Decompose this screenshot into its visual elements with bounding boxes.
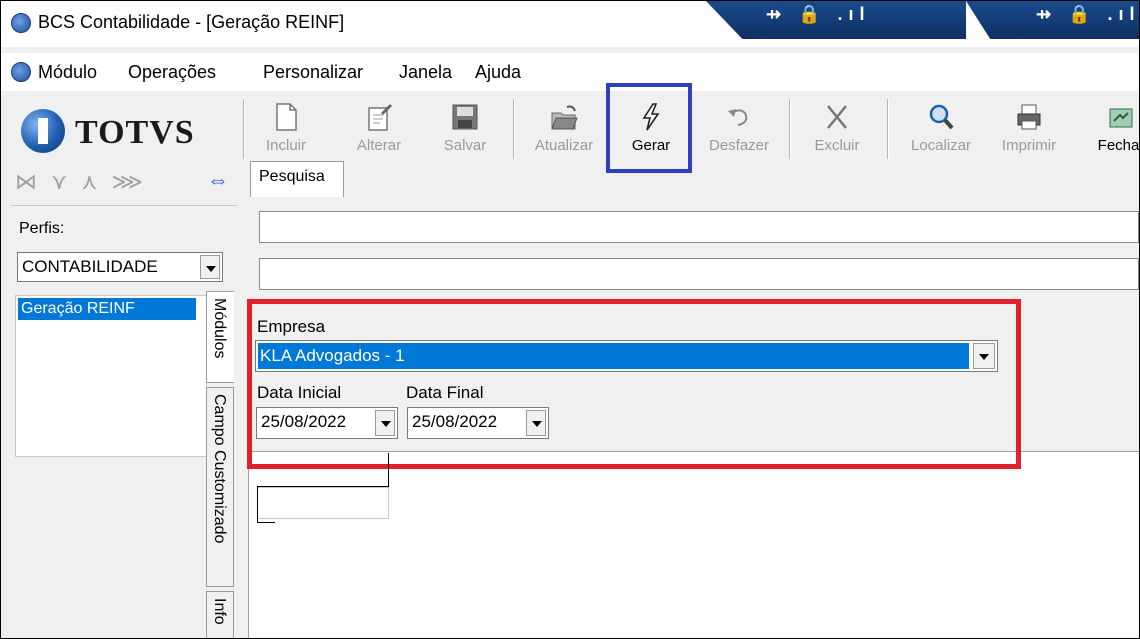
totvs-logo: TOTVS (11, 105, 231, 157)
fechar-label: Fechar (1097, 137, 1140, 154)
salvar-label: Salvar (443, 137, 487, 154)
desfazer-button[interactable]: Desfazer (701, 97, 777, 159)
search-field-2[interactable] (259, 258, 1139, 290)
magnifier-icon (929, 104, 954, 130)
tab-pesquisa[interactable]: Pesquisa (250, 161, 344, 197)
incluir-button[interactable]: Incluir (257, 97, 315, 159)
modules-list: Geração REINF (15, 295, 207, 457)
new-document-icon (276, 103, 297, 131)
record-nav-icons[interactable]: ⋈ ⋎ ⋏ ⋙ (15, 169, 147, 195)
open-folder-icon (551, 105, 578, 130)
app-icon (11, 13, 31, 33)
menu-ajuda[interactable]: Ajuda (475, 62, 521, 83)
tab-modulos-label: Módulos (211, 298, 228, 359)
connection-icons-2: ⇸ 🔒 .ıl (1036, 4, 1140, 24)
toolbar-separator (789, 99, 791, 159)
imprimir-button[interactable]: Imprimir (991, 97, 1067, 159)
alterar-label: Alterar (356, 137, 402, 154)
localizar-button[interactable]: Localizar (899, 97, 983, 159)
desfazer-label: Desfazer (708, 137, 770, 154)
gerar-highlight (606, 83, 692, 173)
perfis-panel: Perfis: CONTABILIDADE (11, 205, 237, 288)
menu-personalizar[interactable]: Personalizar (263, 62, 363, 83)
logo-text: TOTVS (75, 114, 195, 151)
side-tabs: Módulos Campo Customizado Info (206, 291, 236, 638)
chevron-down-icon[interactable] (200, 255, 220, 279)
tab-pesquisa-label: Pesquisa (259, 168, 325, 185)
connection-bar-1: ⇸ 🔒 .ıl (706, 1, 966, 39)
menu-janela[interactable]: Janela (399, 62, 452, 83)
menu-operacoes[interactable]: Operações (128, 62, 216, 83)
alterar-button[interactable]: Alterar (346, 97, 412, 159)
swap-arrows-icon[interactable]: ⇔ (207, 167, 229, 193)
save-disk-icon (452, 104, 478, 130)
grid-corner-stub (257, 487, 275, 523)
toolbar-separator (513, 99, 515, 159)
atualizar-button[interactable]: Atualizar (526, 97, 602, 159)
window-title: BCS Contabilidade - [Geração REINF] (38, 12, 345, 32)
excluir-label: Excluir (814, 137, 860, 154)
imprimir-label: Imprimir (1001, 137, 1057, 154)
search-field-1[interactable] (259, 211, 1139, 243)
grid-header-stub (257, 453, 389, 487)
connection-bar-2: ⇸ 🔒 .ıl (966, 1, 1139, 39)
title-bar: BCS Contabilidade - [Geração REINF] ⇸ 🔒 … (1, 1, 1139, 47)
connection-icons-1: ⇸ 🔒 .ıl (766, 4, 871, 24)
printer-icon (1017, 104, 1041, 130)
perfis-label: Perfis: (19, 220, 65, 237)
delete-x-icon (827, 105, 847, 129)
undo-arrow-icon (728, 109, 748, 126)
tab-campo-label: Campo Customizado (211, 394, 228, 544)
edit-document-icon (368, 104, 392, 131)
menu-modulo[interactable]: Módulo (38, 62, 97, 83)
localizar-label: Localizar (910, 137, 972, 154)
grid-row-stub (257, 487, 389, 519)
tab-info-label: Info (211, 598, 228, 625)
toolbar-separator (243, 99, 245, 159)
toolbar-separator (887, 99, 889, 159)
salvar-button[interactable]: Salvar (435, 97, 495, 159)
incluir-label: Incluir (265, 137, 306, 154)
fechar-button[interactable]: Fechar (1091, 97, 1140, 159)
perfis-select[interactable]: CONTABILIDADE (17, 252, 223, 282)
close-door-icon (1109, 108, 1133, 128)
navigation-strip: ⋈ ⋎ ⋏ ⋙ ⇔ (11, 165, 237, 201)
filter-highlight (247, 299, 1021, 469)
menu-bar: Módulo Operações Personalizar Janela Aju… (1, 53, 1139, 91)
perfis-value: CONTABILIDADE (22, 257, 158, 276)
totvs-globe-icon (21, 109, 65, 153)
tab-campo-customizado[interactable]: Campo Customizado (206, 387, 234, 587)
module-menu-icon[interactable] (11, 62, 31, 82)
app-window: BCS Contabilidade - [Geração REINF] ⇸ 🔒 … (0, 0, 1140, 639)
excluir-button[interactable]: Excluir (809, 97, 865, 159)
module-item-geracao-reinf[interactable]: Geração REINF (18, 298, 196, 320)
tab-modulos[interactable]: Módulos (206, 291, 234, 383)
atualizar-label: Atualizar (534, 137, 594, 154)
tab-info[interactable]: Info (206, 591, 234, 638)
